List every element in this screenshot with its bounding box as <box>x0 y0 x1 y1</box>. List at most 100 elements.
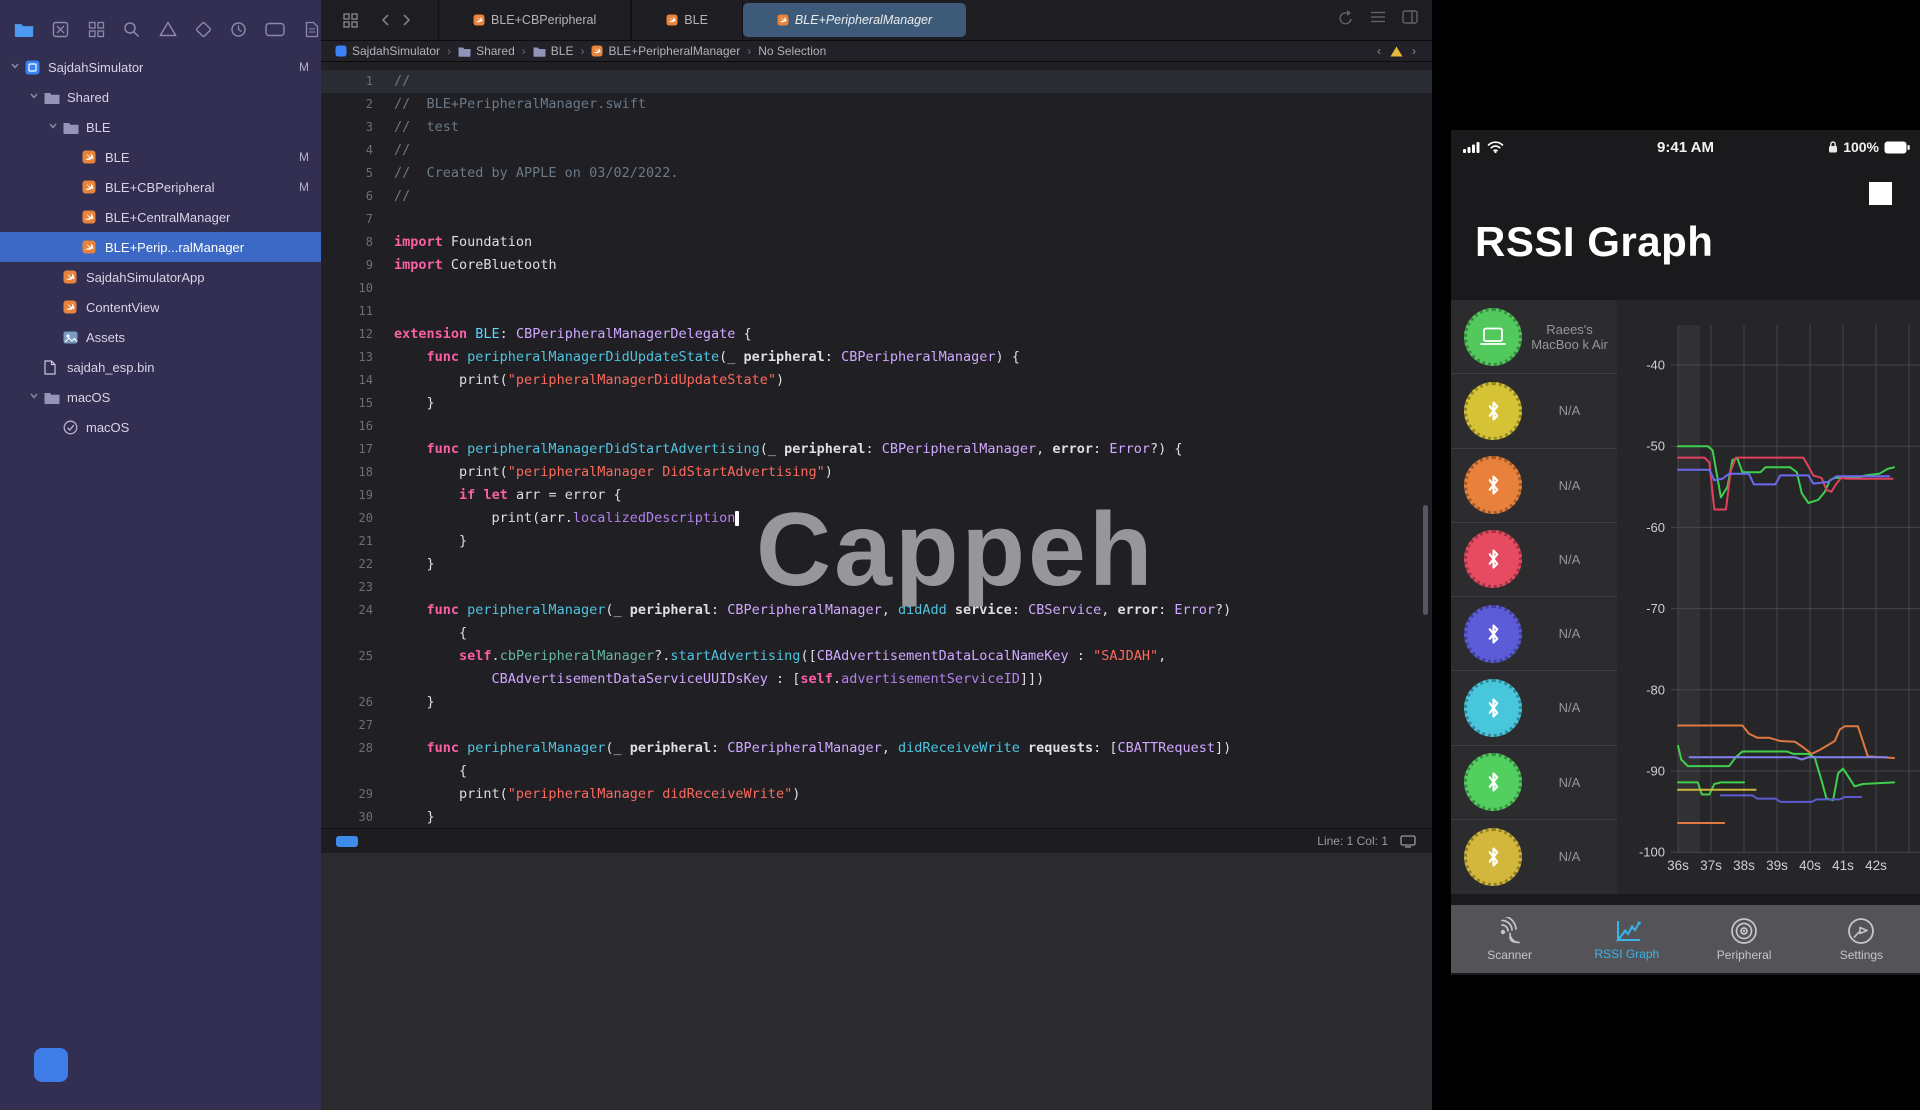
breakpoints-icon[interactable] <box>265 19 285 39</box>
code-text: // Created by APPLE on 03/02/2022. <box>394 162 678 185</box>
battery-percent: 100% <box>1843 139 1879 155</box>
code-text: print("peripheralManagerDidUpdateState") <box>394 369 784 392</box>
chevron-spacer <box>48 421 60 433</box>
device-row[interactable]: Raees's MacBoo k Air <box>1451 300 1617 374</box>
sidebar-item-sajdah-esp-bin[interactable]: sajdah_esp.bin <box>0 352 321 382</box>
device-row[interactable]: N/A <box>1451 597 1617 671</box>
breadcrumb-item[interactable]: SajdahSimulator <box>335 44 440 58</box>
code-line: 16 <box>321 415 1432 438</box>
code-text: extension BLE: CBPeripheralManagerDelega… <box>394 323 752 346</box>
sidebar-item-shared[interactable]: Shared <box>0 82 321 112</box>
breadcrumb-item[interactable]: BLE <box>533 44 574 58</box>
swift-icon <box>63 270 80 285</box>
reports-icon[interactable] <box>302 19 321 39</box>
sidebar-item-sajdahsimulatorapp[interactable]: SajdahSimulatorApp <box>0 262 321 292</box>
bluetooth-avatar-icon <box>1464 605 1522 663</box>
code-line: 27 <box>321 714 1432 737</box>
code-line: 10 <box>321 277 1432 300</box>
tab-scanner[interactable]: Scanner <box>1451 905 1568 973</box>
code-line: 5// Created by APPLE on 03/02/2022. <box>321 162 1432 185</box>
code-line: 26 } <box>321 691 1432 714</box>
device-row[interactable]: N/A <box>1451 820 1617 894</box>
folder-icon <box>44 390 61 405</box>
code-line: CBAdvertisementDataServiceUUIDsKey : [se… <box>321 668 1432 691</box>
tests-icon[interactable] <box>194 19 213 39</box>
line-number <box>321 760 394 783</box>
device-row[interactable]: N/A <box>1451 523 1617 597</box>
editor-tab-ble[interactable]: BLE <box>631 0 743 40</box>
device-row[interactable]: N/A <box>1451 746 1617 820</box>
swift-icon <box>82 210 99 225</box>
adjust-editor-icon[interactable] <box>1370 10 1386 26</box>
code-text: } <box>394 392 435 415</box>
bookmarks-icon[interactable] <box>87 19 106 39</box>
breadcrumb-item[interactable]: BLE+PeripheralManager <box>591 44 740 58</box>
code-text: // <box>394 139 410 162</box>
sidebar-item-assets[interactable]: Assets <box>0 322 321 352</box>
editor-grid-icon[interactable] <box>343 13 358 28</box>
device-row[interactable]: N/A <box>1451 374 1617 448</box>
project-navigator-icon[interactable] <box>14 19 34 39</box>
code-text: func peripheralManagerDidStartAdvertisin… <box>394 438 1182 461</box>
line-number: 13 <box>321 346 394 369</box>
iphone-simulator-screen: 9:41 AM 100% RSSI Graph Raees's MacBoo k… <box>1451 130 1920 975</box>
tab-settings[interactable]: Settings <box>1803 905 1920 973</box>
line-number <box>321 622 394 645</box>
sidebar-item-macos[interactable]: macOS <box>0 382 321 412</box>
swift-file-icon <box>666 14 678 26</box>
editor-scrollbar[interactable] <box>1423 505 1428 615</box>
svg-text:39s: 39s <box>1766 858 1788 873</box>
code-line: 11 <box>321 300 1432 323</box>
lock-icon <box>1828 141 1838 153</box>
tab-label: BLE <box>684 13 708 27</box>
device-row[interactable]: N/A <box>1451 671 1617 745</box>
disclosure-chevron-icon[interactable] <box>48 121 60 133</box>
sidebar-item-ble-perip-ralmanager[interactable]: BLE+Perip...ralManager <box>0 232 321 262</box>
sidebar-item-ble-centralmanager[interactable]: BLE+CentralManager <box>0 202 321 232</box>
issues-icon[interactable] <box>158 19 177 39</box>
sidebar-item-ble[interactable]: BLE <box>0 112 321 142</box>
debug-icon[interactable] <box>230 19 249 39</box>
tab-peripheral[interactable]: Peripheral <box>1686 905 1803 973</box>
file-label: ContentView <box>86 300 159 315</box>
sidebar-item-ble-cbperipheral[interactable]: BLE+CBPeripheralM <box>0 172 321 202</box>
file-label: SajdahSimulatorApp <box>86 270 205 285</box>
filter-button[interactable] <box>34 1048 68 1082</box>
tab-rssi-graph[interactable]: RSSI Graph <box>1568 905 1685 973</box>
editor-tab-ble-peripheralmanager[interactable]: BLE+PeripheralManager <box>743 3 966 37</box>
code-area[interactable]: 1//2// BLE+PeripheralManager.swift3// te… <box>321 63 1432 829</box>
modified-badge: M <box>299 60 309 74</box>
breadcrumb-item[interactable]: Shared <box>458 44 515 58</box>
editor-tab-ble-cbperipheral[interactable]: BLE+CBPeripheral <box>438 0 631 40</box>
disclosure-chevron-icon[interactable] <box>29 391 41 403</box>
forward-chevron-icon[interactable] <box>402 13 412 27</box>
watermark-text: Cappeh <box>756 498 1155 602</box>
sidebar-item-macos[interactable]: macOS <box>0 412 321 442</box>
back-chevron-icon[interactable] <box>380 13 390 27</box>
chevron-spacer <box>48 301 60 313</box>
device-name: N/A <box>1522 700 1617 715</box>
add-editor-icon[interactable] <box>1402 10 1418 26</box>
sidebar-item-contentview[interactable]: ContentView <box>0 292 321 322</box>
prev-issue-icon[interactable]: ‹ <box>1377 44 1381 58</box>
sidebar-item-ble[interactable]: BLEM <box>0 142 321 172</box>
device-row[interactable]: N/A <box>1451 449 1617 523</box>
code-line: 30 } <box>321 806 1432 829</box>
breadcrumb-item[interactable]: No Selection <box>758 44 826 58</box>
svg-text:-80: -80 <box>1646 682 1665 697</box>
source-control-icon[interactable] <box>51 19 70 39</box>
disclosure-chevron-icon[interactable] <box>10 61 22 73</box>
sidebar-item-sajdahsimulator[interactable]: SajdahSimulatorM <box>0 52 321 82</box>
target-icon <box>63 420 80 435</box>
text-cursor <box>735 511 739 526</box>
stop-button[interactable] <box>1869 182 1892 205</box>
line-number: 21 <box>321 530 394 553</box>
display-icon[interactable] <box>1400 835 1416 848</box>
disclosure-chevron-icon[interactable] <box>29 91 41 103</box>
chevron-spacer <box>29 361 41 373</box>
svg-text:-70: -70 <box>1646 601 1665 616</box>
find-icon[interactable] <box>122 19 141 39</box>
code-review-icon[interactable] <box>1338 10 1354 26</box>
code-line: 28 func peripheralManager(_ peripheral: … <box>321 737 1432 760</box>
next-issue-icon[interactable]: › <box>1412 44 1416 58</box>
